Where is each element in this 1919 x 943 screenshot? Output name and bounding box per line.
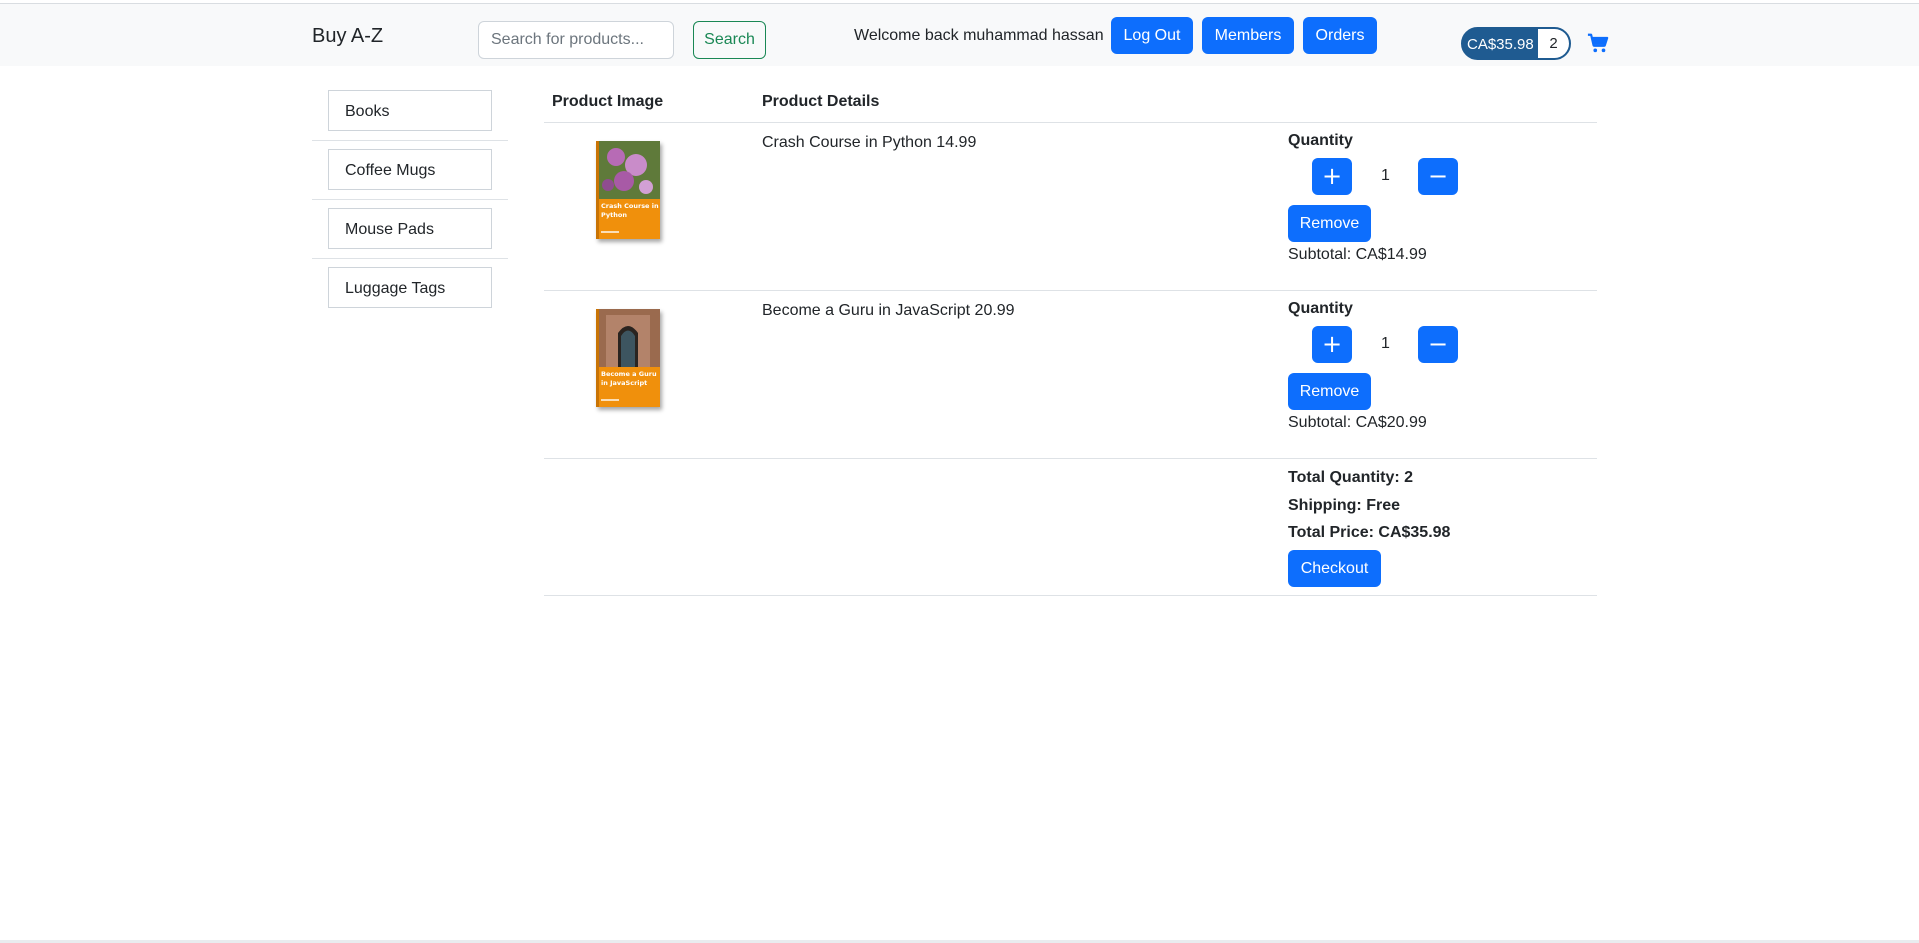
table-divider [544,122,1597,123]
decrease-quantity-button[interactable]: − [1418,158,1458,195]
row-subtotal: Subtotal: CA$20.99 [1288,414,1427,431]
logout-button[interactable]: Log Out [1111,17,1193,54]
remove-button[interactable]: Remove [1288,373,1371,410]
book-cover-image[interactable]: Become a Guru in JavaScript [596,309,660,407]
row-subtotal: Subtotal: CA$14.99 [1288,246,1427,263]
book-cover-image[interactable]: Crash Course in Python [596,141,660,239]
minus-icon: − [1427,330,1449,358]
checkout-button[interactable]: Checkout [1288,550,1381,587]
quantity-value: 1 [1381,335,1390,352]
shipping-info: Shipping: Free [1288,497,1400,514]
sidebar-divider [312,258,508,259]
cart-summary-badge[interactable]: CA$35.98 2 [1461,27,1571,60]
plus-icon: + [1321,330,1343,358]
quantity-label: Quantity [1288,132,1353,149]
navbar: Buy A-Z Search Welcome back muhammad has… [0,4,1919,66]
cart-total: CA$35.98 [1467,36,1534,53]
quantity-value: 1 [1381,167,1390,184]
svg-text:in JavaScript: in JavaScript [601,379,647,387]
total-quantity: Total Quantity: 2 [1288,469,1414,486]
search-input[interactable] [478,21,674,59]
table-divider [544,290,1597,291]
table-divider [544,595,1597,596]
search-button[interactable]: Search [693,21,766,59]
sidebar-item-luggage-tags[interactable]: Luggage Tags [328,267,492,308]
increase-quantity-button[interactable]: + [1312,158,1352,195]
plus-icon: + [1321,162,1343,190]
sidebar-divider [312,199,508,200]
minus-icon: − [1427,162,1449,190]
quantity-label: Quantity [1288,300,1353,317]
members-button[interactable]: Members [1202,17,1294,54]
increase-quantity-button[interactable]: + [1312,326,1352,363]
product-name[interactable]: Crash Course in Python 14.99 [762,134,976,152]
cart-icon[interactable] [1587,32,1609,54]
sidebar-divider [312,140,508,141]
sidebar-item-coffee-mugs[interactable]: Coffee Mugs [328,149,492,190]
product-name[interactable]: Become a Guru in JavaScript 20.99 [762,302,1015,320]
column-header-details: Product Details [762,93,880,110]
welcome-text: Welcome back muhammad hassan [854,27,1104,44]
svg-text:Python: Python [601,211,627,219]
sidebar-item-mouse-pads[interactable]: Mouse Pads [328,208,492,249]
svg-text:Become a Guru: Become a Guru [601,370,657,378]
orders-button[interactable]: Orders [1303,17,1377,54]
cart-count: 2 [1538,29,1569,58]
column-header-image: Product Image [552,93,664,110]
total-price: Total Price: CA$35.98 [1288,524,1451,541]
svg-text:Crash Course in: Crash Course in [601,202,659,210]
remove-button[interactable]: Remove [1288,205,1371,242]
sidebar-item-books[interactable]: Books [328,90,492,131]
table-divider [544,458,1597,459]
brand-link[interactable]: Buy A-Z [312,25,383,48]
decrease-quantity-button[interactable]: − [1418,326,1458,363]
